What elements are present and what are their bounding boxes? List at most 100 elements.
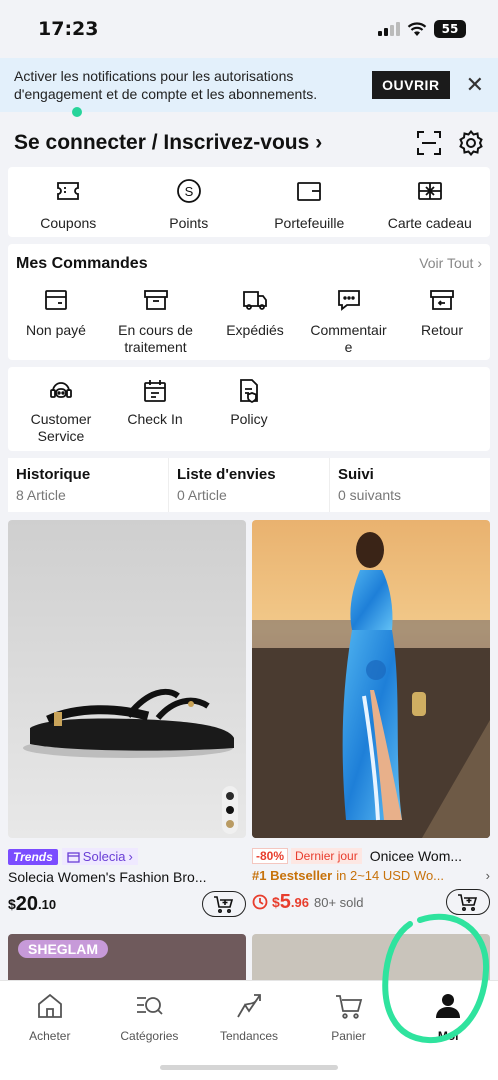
wallet-label: Portefeuille xyxy=(274,215,345,231)
gift-card-icon xyxy=(417,182,442,200)
store-name: Solecia xyxy=(82,849,126,864)
following-tab[interactable]: Suivi 0 suivants xyxy=(330,458,490,512)
gift-card-item[interactable]: Carte cadeau xyxy=(375,177,485,232)
login-header: Se connecter / Inscrivez-vous › xyxy=(0,120,498,166)
bestseller-label: #1 Bestseller xyxy=(252,868,333,883)
order-unpaid[interactable]: Non payé xyxy=(12,286,100,356)
settings-gear-icon[interactable] xyxy=(458,130,484,156)
tab-categories-label: Catégories xyxy=(120,1029,179,1043)
unpaid-icon xyxy=(45,290,67,310)
services-card: Customer Service Check In Policy xyxy=(8,367,490,451)
categories-icon xyxy=(137,997,164,1015)
cart-icon xyxy=(335,995,362,1019)
history-row: Historique 8 Article Liste d'envies 0 Ar… xyxy=(8,458,490,512)
status-bar: 17:23 55 xyxy=(0,0,498,58)
coupons-item[interactable]: Coupons xyxy=(13,177,123,232)
product-image-sandal[interactable] xyxy=(8,520,246,838)
price-currency: $ xyxy=(8,896,16,912)
price-main: 5 xyxy=(279,890,291,913)
orders-card: Mes Commandes Voir Tout › Non payé En co… xyxy=(8,244,490,360)
product-brand: Onicee Wom... xyxy=(369,848,463,864)
svg-text:S: S xyxy=(184,184,193,199)
wallet-icon xyxy=(297,182,322,201)
add-to-cart-button[interactable] xyxy=(202,891,246,917)
tab-profile[interactable]: Moi xyxy=(398,991,498,1080)
shipped-icon xyxy=(243,291,267,310)
chevron-right-icon: › xyxy=(473,255,482,271)
tab-cart-label: Panier xyxy=(331,1029,366,1043)
order-review[interactable]: Commentaire xyxy=(305,286,393,356)
add-to-cart-icon xyxy=(458,894,478,911)
sold-count: 80+ sold xyxy=(314,894,364,910)
chevron-right-icon: › xyxy=(128,849,133,864)
points-icon: S xyxy=(176,179,201,203)
history-title: Historique xyxy=(16,466,91,483)
cell-signal-icon xyxy=(378,22,400,36)
points-label: Points xyxy=(169,215,209,231)
store-icon xyxy=(67,851,80,863)
tab-home[interactable]: Acheter xyxy=(0,991,100,1080)
check-in-label: Check In xyxy=(127,411,183,427)
history-tab[interactable]: Historique 8 Article xyxy=(8,458,169,512)
product-image-dress[interactable] xyxy=(252,520,490,838)
check-in-icon xyxy=(144,380,166,402)
clock-icon xyxy=(252,894,268,910)
order-return-label: Retour xyxy=(420,322,464,338)
add-to-cart-icon xyxy=(214,896,234,913)
add-to-cart-button[interactable] xyxy=(446,889,490,915)
points-item[interactable]: S Points xyxy=(134,177,244,232)
wishlist-title: Liste d'envies xyxy=(177,466,276,483)
customer-service-label: Customer Service xyxy=(30,411,92,444)
tab-trends-label: Tendances xyxy=(219,1029,278,1043)
close-icon[interactable]: ✕ xyxy=(466,74,484,96)
policy-item[interactable]: Policy xyxy=(202,377,296,445)
coupon-icon xyxy=(57,182,80,200)
check-in-item[interactable]: Check In xyxy=(108,377,202,445)
orders-title: Mes Commandes xyxy=(16,255,148,272)
bestseller-category: in 2~14 USD Wo... xyxy=(336,868,445,883)
price-cents: .10 xyxy=(38,896,57,912)
notification-text: Activer les notifications pour les autor… xyxy=(14,68,318,102)
product-card-peek[interactable]: SHEGLAM xyxy=(8,934,246,982)
customer-service-item[interactable]: Customer Service xyxy=(14,377,108,445)
scan-icon[interactable] xyxy=(416,130,442,156)
product-card-peek[interactable] xyxy=(252,934,490,982)
view-all-label: Voir Tout xyxy=(419,255,474,271)
wishlist-tab[interactable]: Liste d'envies 0 Article xyxy=(169,458,330,512)
indicator-dot xyxy=(72,107,82,117)
brand-badge: SHEGLAM xyxy=(18,940,108,958)
view-all-link[interactable]: Voir Tout › xyxy=(419,255,482,273)
order-processing-label: En cours de traitement xyxy=(118,322,193,355)
wifi-icon xyxy=(407,21,427,36)
profile-icon xyxy=(436,994,461,1018)
order-unpaid-label: Non payé xyxy=(26,322,86,338)
policy-icon xyxy=(240,379,258,404)
chevron-right-icon: › xyxy=(315,131,323,154)
price-currency: $ xyxy=(272,894,280,910)
order-shipped[interactable]: Expédiés xyxy=(211,286,299,356)
wallet-item[interactable]: Portefeuille xyxy=(254,177,364,232)
status-indicators: 55 xyxy=(378,20,466,38)
tab-home-label: Acheter xyxy=(29,1029,71,1043)
wishlist-count: 0 Article xyxy=(177,487,227,503)
chevron-right-icon: › xyxy=(485,868,490,883)
discount-badge: -80% xyxy=(252,848,289,864)
order-return[interactable]: Retour xyxy=(398,286,486,356)
following-count: 0 suivants xyxy=(338,487,402,503)
price-cents: .96 xyxy=(290,894,309,910)
product-card[interactable]: Trends Solecia › Solecia Women's Fashion… xyxy=(8,520,246,925)
store-badge[interactable]: Solecia › xyxy=(61,848,138,865)
home-icon xyxy=(37,993,62,1018)
open-notifications-button[interactable]: OUVRIR xyxy=(372,71,450,99)
bestseller-rank[interactable]: #1 Bestseller in 2~14 USD Wo... › xyxy=(252,868,490,883)
status-time: 17:23 xyxy=(38,18,99,40)
trends-badge: Trends xyxy=(8,848,58,865)
tab-profile-label: Moi xyxy=(437,1029,459,1043)
product-card[interactable]: -80% Dernier jour Onicee Wom... #1 Bests… xyxy=(252,520,490,925)
order-shipped-label: Expédiés xyxy=(226,322,284,338)
customer-service-icon xyxy=(50,382,72,398)
battery-icon: 55 xyxy=(434,20,466,38)
deal-badge: Dernier jour xyxy=(291,848,362,864)
order-processing[interactable]: En cours de traitement xyxy=(106,286,206,356)
login-link[interactable]: Se connecter / Inscrivez-vous xyxy=(14,131,309,155)
